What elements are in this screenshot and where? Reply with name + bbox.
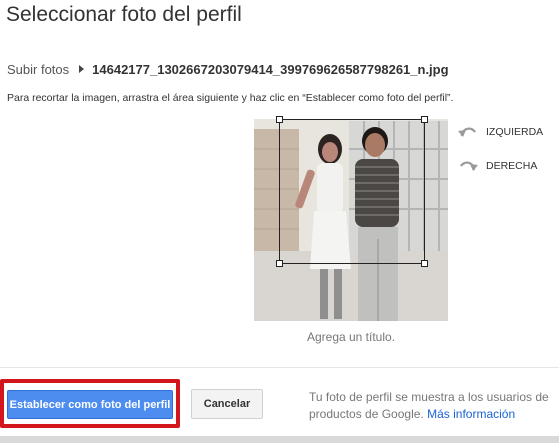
- crop-instruction: Para recortar la imagen, arrastra el áre…: [7, 92, 454, 104]
- breadcrumb-root-upload[interactable]: Subir fotos: [7, 62, 69, 77]
- caption-input[interactable]: Agrega un título.: [254, 330, 448, 344]
- rotate-left-label: IZQUIERDA: [486, 126, 544, 138]
- profile-photo-note: Tu foto de perfil se muestra a los usuar…: [309, 389, 559, 423]
- crop-handle-top-left[interactable]: [276, 116, 283, 123]
- breadcrumb-file-name: 14642177_1302667203079414_39976962658779…: [92, 61, 449, 77]
- rotate-right-label: DERECHA: [486, 160, 538, 172]
- more-info-link[interactable]: Más información: [427, 407, 515, 421]
- set-profile-photo-button[interactable]: Establecer como foto del perfil: [7, 390, 173, 419]
- rotate-right-button[interactable]: DERECHA: [458, 159, 537, 173]
- chevron-right-icon: [79, 65, 85, 73]
- rotate-left-icon: [458, 127, 476, 137]
- bottom-edge-bar: [0, 436, 559, 443]
- crop-handle-top-right[interactable]: [421, 116, 428, 123]
- rotate-right-icon: [460, 161, 478, 171]
- dialog-title: Seleccionar foto del perfil: [6, 3, 242, 26]
- cancel-button[interactable]: Cancelar: [191, 389, 263, 419]
- breadcrumb: Subir fotos 14642177_1302667203079414_39…: [7, 61, 449, 77]
- rotate-left-button[interactable]: IZQUIERDA: [458, 125, 543, 139]
- crop-handle-bottom-left[interactable]: [276, 260, 283, 267]
- crop-selection-box[interactable]: [276, 116, 428, 267]
- crop-handle-bottom-right[interactable]: [421, 260, 428, 267]
